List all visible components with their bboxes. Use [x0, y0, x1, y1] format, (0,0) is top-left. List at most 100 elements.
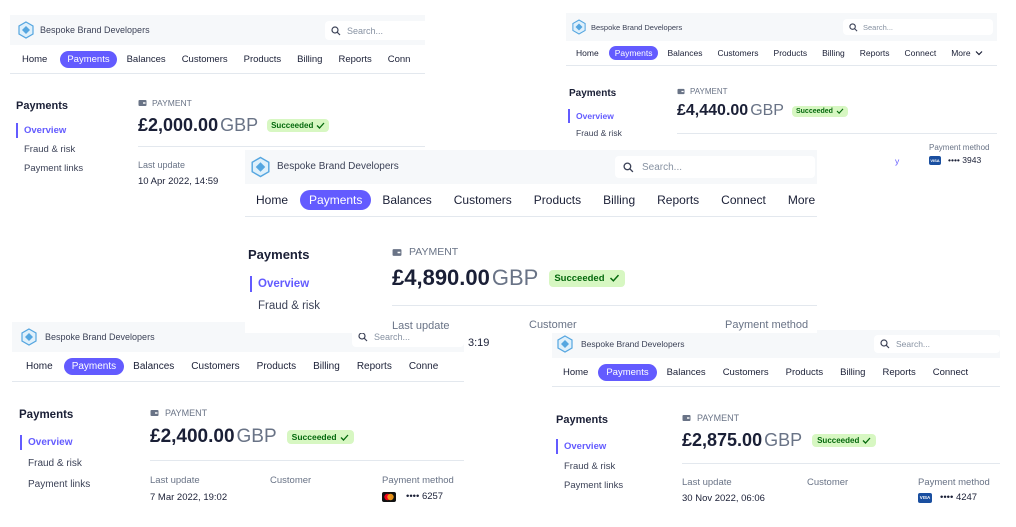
nav-products[interactable]: Products [534, 193, 581, 207]
nav-balances[interactable]: Balances [667, 367, 706, 378]
nav-products[interactable]: Products [774, 48, 808, 58]
status-text: Succeeded [291, 432, 337, 442]
nav-connect[interactable]: Conn [388, 54, 411, 65]
nav-products[interactable]: Products [257, 361, 296, 372]
last-update-label: Last update [138, 160, 186, 170]
nav-billing[interactable]: Billing [840, 367, 865, 378]
nav-connect[interactable]: Connect [905, 48, 937, 58]
search-input[interactable]: Search... [325, 21, 425, 40]
sidebar-item-fraud[interactable]: Fraud & risk [28, 458, 82, 469]
sidebar-item-overview[interactable]: Overview [249, 276, 309, 292]
nav-balances[interactable]: Balances [127, 54, 166, 65]
sidebar-item-overview[interactable]: Overview [568, 109, 614, 123]
payment-label: PAYMENT [409, 246, 459, 258]
nav-divider [552, 386, 1000, 387]
sidebar-item-fraud[interactable]: Fraud & risk [258, 300, 320, 312]
main-nav: Home Payments Balances Customers Product… [245, 190, 817, 210]
payment-kicker: PAYMENT [677, 87, 727, 96]
main-nav: Home Payments Balances Customers Product… [566, 46, 997, 60]
nav-payments[interactable]: Payments [63, 358, 125, 375]
nav-customers[interactable]: Customers [723, 367, 769, 378]
nav-products[interactable]: Products [244, 54, 282, 65]
last-update-value-clipped: 3:19 [468, 337, 490, 349]
payment-kicker: PAYMENT [138, 98, 192, 108]
nav-divider [10, 73, 425, 74]
cube-logo-icon [251, 156, 270, 178]
nav-connect[interactable]: Conne [409, 361, 438, 372]
nav-customers[interactable]: Customers [454, 193, 512, 207]
sidebar-item-fraud[interactable]: Fraud & risk [576, 128, 622, 138]
sidebar-title: Payments [19, 409, 74, 421]
sidebar-item-overview[interactable]: Overview [15, 123, 66, 138]
nav-customers[interactable]: Customers [717, 48, 758, 58]
status-text: Succeeded [271, 121, 314, 130]
nav-home[interactable]: Home [26, 361, 53, 372]
search-placeholder: Search... [642, 161, 683, 173]
nav-balances[interactable]: Balances [133, 361, 174, 372]
nav-home[interactable]: Home [563, 367, 588, 378]
nav-connect[interactable]: Connect [721, 193, 766, 207]
payment-label: PAYMENT [165, 408, 208, 418]
main-nav: Home Payments Balances Customers Product… [12, 358, 464, 375]
nav-billing[interactable]: Billing [297, 54, 322, 65]
nav-billing[interactable]: Billing [822, 48, 845, 58]
nav-balances[interactable]: Balances [382, 193, 431, 207]
sidebar-title: Payments [556, 414, 608, 426]
last-update-label: Last update [150, 475, 200, 486]
nav-billing[interactable]: Billing [313, 361, 340, 372]
nav-billing[interactable]: Billing [603, 193, 635, 207]
nav-balances[interactable]: Balances [667, 48, 702, 58]
wallet-icon [138, 100, 147, 106]
sidebar-item-payment-links[interactable]: Payment links [564, 480, 623, 491]
nav-reports[interactable]: Reports [657, 193, 699, 207]
nav-reports[interactable]: Reports [860, 48, 890, 58]
nav-reports[interactable]: Reports [338, 54, 371, 65]
nav-products[interactable]: Products [786, 367, 824, 378]
card-last4: •••• 6257 [406, 491, 444, 502]
search-icon [623, 161, 634, 172]
cube-logo-icon [18, 21, 34, 39]
amount-row: £2,000.00 GBP Succeeded [138, 115, 330, 136]
payment-method-label: Payment method [725, 319, 809, 331]
sidebar-title: Payments [569, 88, 617, 99]
nav-payments[interactable]: Payments [300, 190, 372, 210]
nav-customers[interactable]: Customers [182, 54, 228, 65]
nav-reports[interactable]: Reports [357, 361, 392, 372]
sidebar-item-overview[interactable]: Overview [19, 435, 72, 450]
sidebar-item-fraud[interactable]: Fraud & risk [564, 461, 615, 472]
sidebar-item-fraud[interactable]: Fraud & risk [24, 144, 75, 155]
customer-label: Customer [807, 477, 849, 488]
nav-payments[interactable]: Payments [60, 51, 117, 68]
payment-kicker: PAYMENT [392, 246, 458, 258]
nav-customers[interactable]: Customers [191, 361, 239, 372]
visa-card-icon: VISA [929, 155, 941, 165]
search-input[interactable]: Search... [843, 19, 993, 35]
sidebar-item-payment-links[interactable]: Payment links [28, 479, 90, 490]
payment-panel-5: Bespoke Brand Developers Search... Home … [552, 330, 1000, 520]
sidebar-item-payment-links[interactable]: Payment links [24, 163, 83, 174]
brand-name: Bespoke Brand Developers [591, 23, 683, 32]
top-bar: Bespoke Brand Developers Search... [10, 15, 425, 45]
search-input[interactable]: Search... [615, 156, 815, 178]
sidebar-item-overview[interactable]: Overview [555, 439, 606, 454]
nav-divider [12, 381, 464, 382]
nav-payments[interactable]: Payments [608, 46, 659, 60]
visa-card-icon: VISA [918, 492, 932, 503]
nav-home[interactable]: Home [576, 48, 599, 58]
nav-home[interactable]: Home [22, 54, 47, 65]
nav-more[interactable]: More [951, 48, 983, 58]
main-nav: Home Payments Balances Customers Product… [552, 364, 1000, 381]
payment-kicker: PAYMENT [150, 408, 207, 418]
nav-home[interactable]: Home [256, 193, 288, 207]
nav-payments[interactable]: Payments [598, 364, 657, 381]
nav-more[interactable]: More [788, 193, 817, 207]
card-last4: •••• 4247 [940, 492, 978, 503]
search-input[interactable]: Search... [874, 335, 1000, 353]
nav-connect[interactable]: Connect [933, 367, 968, 378]
cube-logo-icon [21, 328, 37, 346]
payment-panel-3: Bespoke Brand Developers Search... Home … [245, 150, 817, 333]
last-update-value: 10 Apr 2022, 14:59 [138, 176, 219, 187]
status-text: Succeeded [817, 436, 860, 445]
nav-reports[interactable]: Reports [882, 367, 915, 378]
payment-currency: GBP [491, 265, 539, 290]
